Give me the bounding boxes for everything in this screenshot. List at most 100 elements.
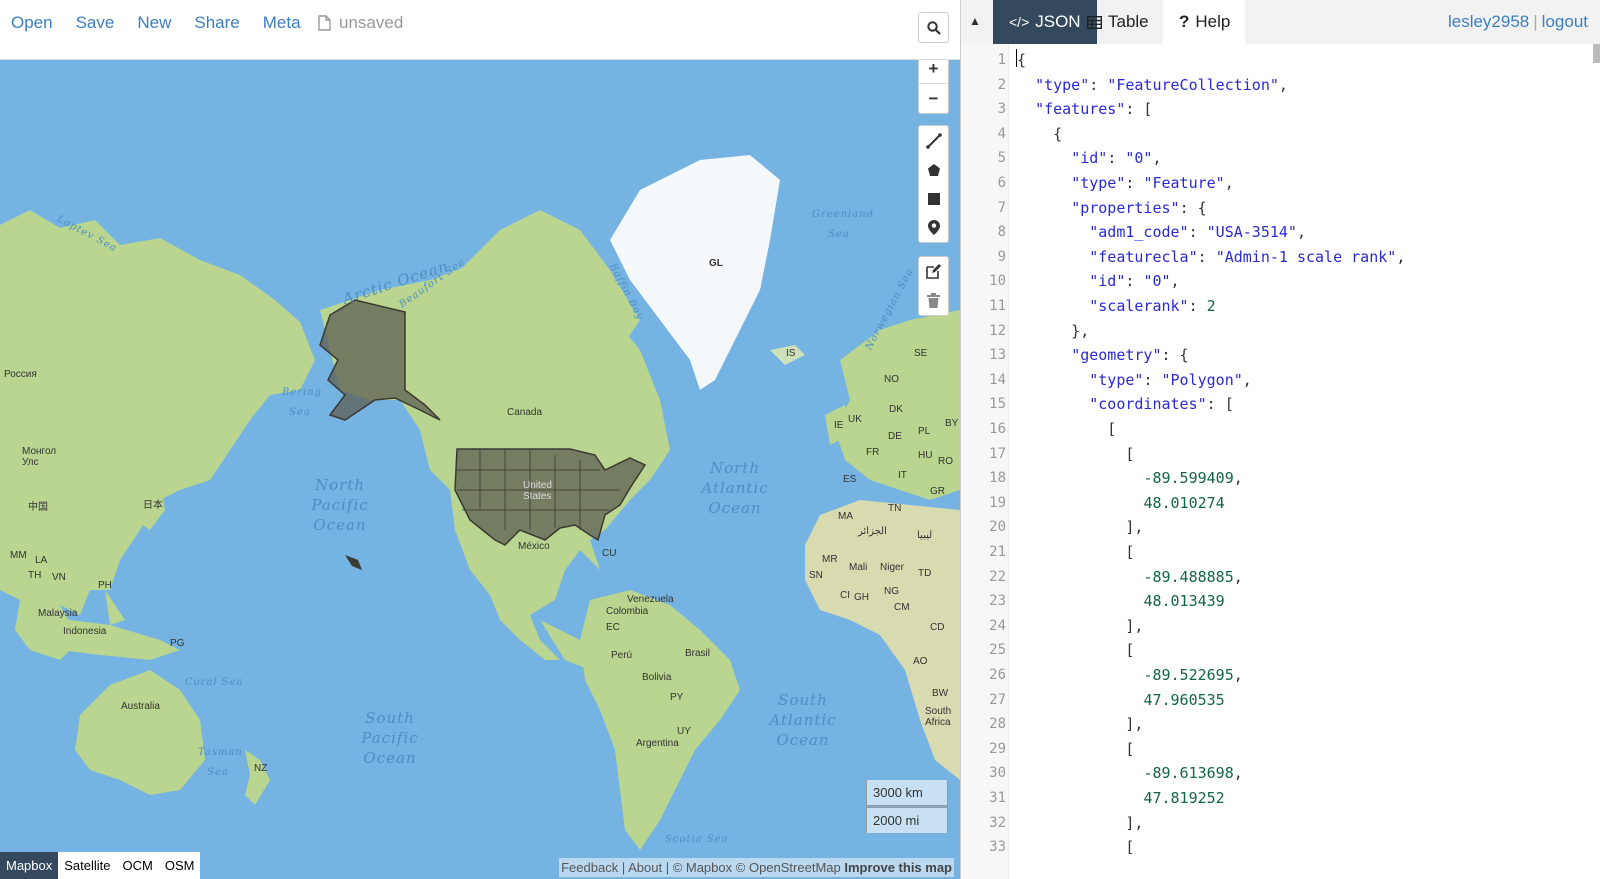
delete-layers-button[interactable] (919, 286, 948, 315)
geojson-editor-app: Open Save New Share Meta unsaved Arctic … (0, 0, 1600, 879)
place-label: México (518, 541, 550, 552)
code-text: "scalerank": 2 (1089, 297, 1216, 315)
land-nz (245, 750, 270, 805)
greenland-sea-label: Greenland Sea (812, 209, 875, 240)
place-label: Colombia (606, 606, 649, 617)
layer-ocm[interactable]: OCM (117, 852, 159, 879)
place-label: PL (918, 426, 931, 437)
line-number: 26 (989, 667, 1006, 683)
editor-scrollbar[interactable] (1593, 44, 1600, 63)
line-number: 1 (997, 52, 1006, 68)
rectangle-icon (927, 192, 940, 205)
south-pacific-label: South Pacific Ocean (361, 709, 419, 767)
land-eurasia-east (0, 210, 315, 620)
line-number: 30 (989, 765, 1006, 782)
zoom-in-button[interactable]: + (919, 60, 948, 84)
document-icon (318, 15, 331, 31)
edit-layers-button[interactable] (919, 257, 948, 286)
tab-help[interactable]: ? Help (1163, 0, 1245, 44)
code-text: ], (1017, 715, 1144, 734)
code-text: "features": [ (1035, 100, 1153, 119)
place-label: NO (884, 374, 899, 385)
about-link[interactable]: About (628, 860, 662, 875)
place-label: Perú (611, 650, 633, 661)
line-number: 7 (997, 199, 1006, 216)
username-link[interactable]: lesley2958 (1448, 12, 1529, 31)
place-label: 中国 (28, 502, 48, 513)
draw-control (918, 125, 949, 243)
line-number: 22 (989, 568, 1006, 585)
improve-map-link[interactable]: Improve this map (844, 860, 952, 875)
user-box: lesley2958 | logout (1448, 12, 1588, 32)
code-text: 47.960535 (1143, 690, 1225, 709)
search-button[interactable] (918, 12, 949, 43)
feature-hawaii[interactable] (345, 555, 362, 570)
open-button[interactable]: Open (11, 12, 53, 34)
code-text: "type": "FeatureCollection", (1035, 75, 1288, 94)
place-label: ليبيا (917, 530, 933, 541)
place-label: CI (840, 590, 850, 601)
place-label: BW (932, 688, 949, 699)
logout-link[interactable]: logout (1542, 12, 1588, 31)
place-label: GH (854, 592, 869, 603)
draw-polygon-button[interactable] (919, 155, 948, 184)
place-label: Niger (880, 562, 904, 573)
place-label: South Africa (925, 706, 952, 728)
code-text: [ (1017, 444, 1135, 463)
draw-line-button[interactable] (919, 126, 948, 155)
place-label: NZ (254, 763, 268, 774)
collapse-button[interactable]: ▲ (969, 14, 981, 28)
place-label: United States (523, 480, 552, 502)
osm-credit[interactable]: © OpenStreetMap (736, 860, 841, 875)
tab-table[interactable]: Table (1071, 0, 1165, 44)
scale-km: 3000 km (866, 780, 948, 806)
place-label: Mali (849, 562, 868, 573)
panel-header: ▲ </> JSON Table ? Help lesley2958 | logou… (961, 0, 1600, 44)
zoom-control: + − (918, 60, 949, 114)
file-status: unsaved (318, 12, 403, 34)
place-label: MR (822, 554, 838, 565)
line-number: 14 (989, 371, 1006, 388)
layer-mapbox[interactable]: Mapbox (0, 852, 59, 879)
line-icon (925, 132, 942, 149)
line-number: 32 (989, 814, 1006, 831)
draw-marker-button[interactable] (919, 213, 948, 242)
north-atlantic-label: North Atlantic Ocean (701, 459, 769, 517)
place-label: Venezuela (627, 594, 674, 605)
place-label: MA (838, 511, 853, 522)
save-button[interactable]: Save (76, 12, 115, 34)
world-basemap (0, 155, 960, 850)
trash-icon (927, 293, 940, 308)
place-label: PY (670, 692, 684, 703)
meta-button[interactable]: Meta (263, 12, 301, 34)
layer-osm[interactable]: OSM (159, 852, 201, 879)
marker-icon (927, 220, 940, 235)
place-label: IS (786, 348, 796, 359)
mapbox-credit[interactable]: © Mapbox (673, 860, 732, 875)
bering-sea-label: Bering Sea (282, 387, 323, 418)
draw-rectangle-button[interactable] (919, 184, 948, 213)
scotia-sea-label: Scotia Sea (665, 834, 729, 845)
code-text: "type": "Polygon", (1089, 370, 1252, 389)
code-text: -89.599409, (1143, 469, 1243, 488)
place-label: NG (884, 586, 899, 597)
code-text: }, (1017, 321, 1090, 340)
layer-satellite[interactable]: Satellite (58, 852, 116, 879)
table-icon (1087, 15, 1102, 29)
place-label: VN (52, 572, 66, 583)
place-label: 日本 (143, 500, 163, 511)
place-label: DK (889, 404, 903, 415)
line-number: 5 (997, 150, 1006, 167)
new-button[interactable]: New (137, 12, 171, 34)
share-button[interactable]: Share (194, 12, 239, 34)
map-view[interactable]: Arctic Ocean North Pacific Ocean North Atla… (0, 60, 960, 879)
feedback-link[interactable]: Feedback (561, 860, 618, 875)
place-label: ES (843, 474, 857, 485)
line-number: 33 (989, 839, 1006, 856)
line-number: 27 (989, 691, 1006, 708)
zoom-out-button[interactable]: − (919, 84, 948, 113)
file-status-label: unsaved (339, 13, 404, 32)
land-south-america (580, 590, 740, 850)
line-number: 4 (997, 125, 1006, 142)
json-editor[interactable]: 1 {2 "type": "FeatureCollection", 3 "featu… (961, 44, 1600, 879)
